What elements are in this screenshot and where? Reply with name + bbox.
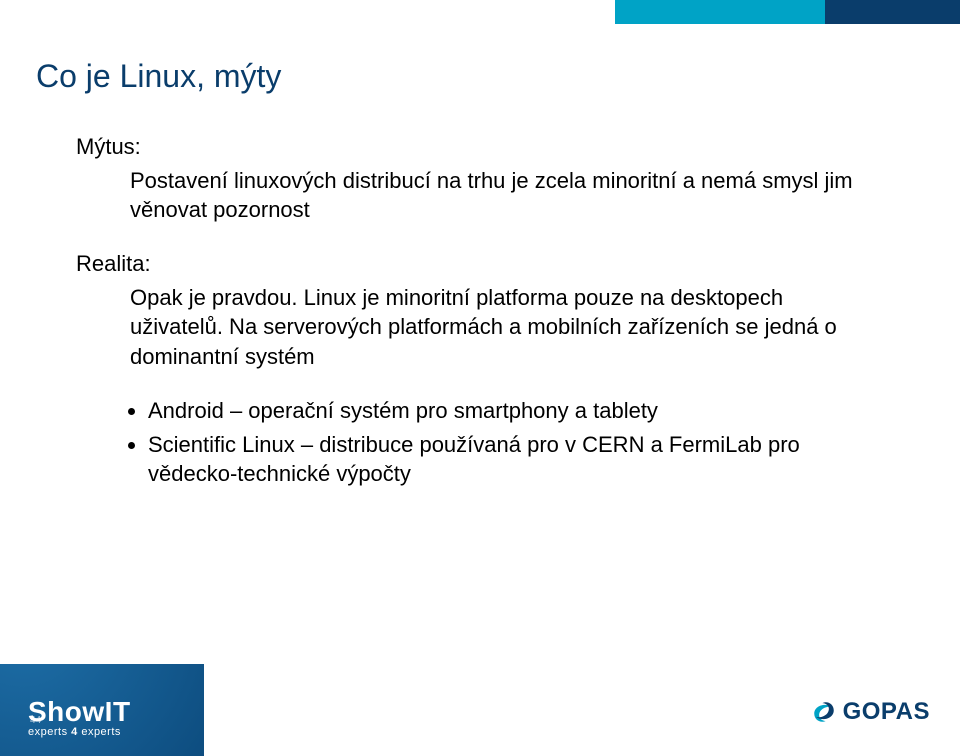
- showit-logo: ShowIT experts 4 experts: [28, 696, 168, 738]
- page-number: 44: [30, 715, 41, 726]
- top-accent-bar: [615, 0, 960, 24]
- accent-bar-blue: [825, 0, 960, 24]
- showit-tag-mid: 4: [71, 726, 78, 738]
- showit-tag-prefix: experts: [28, 726, 71, 738]
- reality-label: Realita:: [76, 249, 876, 279]
- list-item: Scientific Linux – distribuce používaná …: [148, 430, 876, 489]
- showit-tag-suffix: experts: [78, 726, 121, 738]
- reality-text: Opak je pravdou. Linux je minoritní plat…: [130, 283, 876, 372]
- showit-tagline: experts 4 experts: [28, 726, 168, 738]
- myth-label: Mýtus:: [76, 132, 876, 162]
- swoosh-icon: [811, 699, 837, 725]
- gopas-logo-text: GOPAS: [843, 698, 930, 726]
- list-item: Android – operační systém pro smartphony…: [148, 396, 876, 426]
- slide-content: Mýtus: Postavení linuxových distribucí n…: [76, 132, 876, 493]
- bullet-list: Android – operační systém pro smartphony…: [130, 396, 876, 489]
- myth-text: Postavení linuxových distribucí na trhu …: [130, 166, 876, 225]
- accent-bar-cyan: [615, 0, 825, 24]
- slide-title: Co je Linux, mýty: [36, 58, 281, 95]
- showit-logo-text: ShowIT: [28, 696, 168, 728]
- gopas-logo: GOPAS: [811, 698, 930, 726]
- footer: 44 ShowIT experts 4 experts GOPAS: [0, 664, 960, 756]
